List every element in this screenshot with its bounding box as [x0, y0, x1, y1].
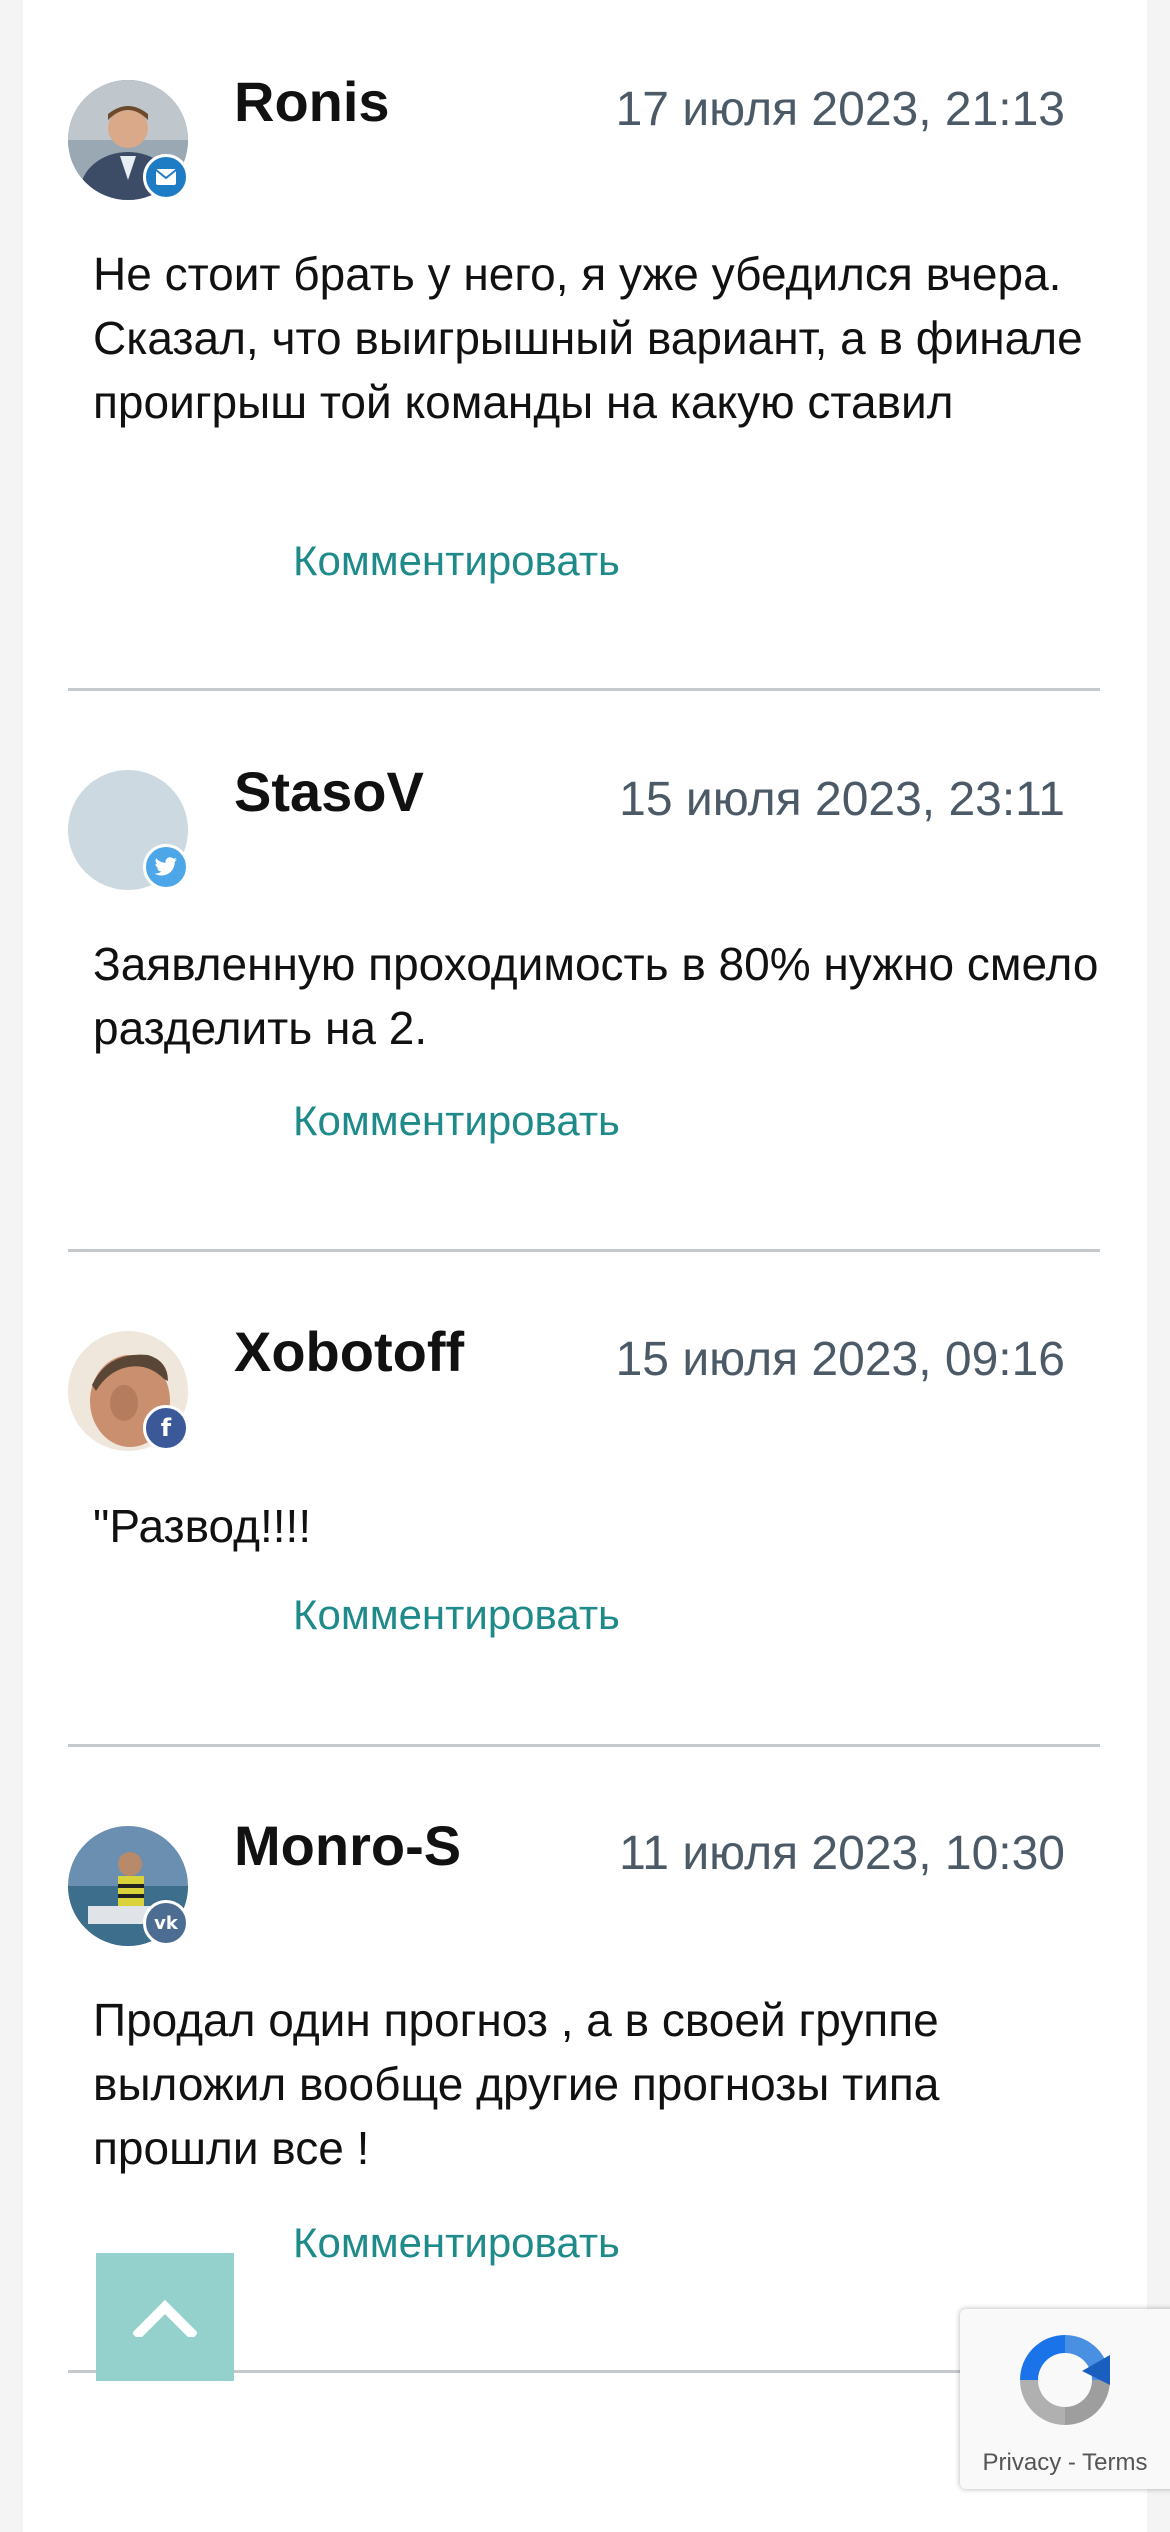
comment-date: 17 июля 2023, 21:13: [615, 83, 1065, 136]
recaptcha-icon: [1020, 2335, 1110, 2425]
recaptcha-links: Privacy - Terms: [960, 2449, 1170, 2477]
scroll-to-top-button[interactable]: [96, 2253, 234, 2381]
avatar[interactable]: [68, 770, 189, 890]
avatar[interactable]: [68, 80, 189, 200]
comment-text: "Развод!!!!: [93, 1500, 312, 1552]
comment-reply-link[interactable]: Комментировать: [293, 1096, 620, 1146]
comments-page: Ronis 17 июля 2023, 21:13 Не стоит брать…: [23, 0, 1147, 2532]
chevron-up-icon: [133, 2299, 197, 2337]
comment-date: 11 июля 2023, 10:30: [619, 1827, 1065, 1880]
avatar[interactable]: f: [68, 1331, 189, 1451]
comment-reply-link[interactable]: Комментировать: [293, 2218, 620, 2268]
facebook-icon: f: [143, 1405, 189, 1451]
comment-username: Ronis: [234, 70, 390, 133]
mail-icon: [143, 154, 189, 200]
comment-reply-link[interactable]: Комментировать: [293, 536, 620, 586]
privacy-link[interactable]: Privacy: [983, 2449, 1062, 2476]
comment-reply-link[interactable]: Комментировать: [293, 1590, 620, 1640]
comment-text: Продал один прогноз , а в своей группе в…: [93, 1994, 940, 2174]
terms-link[interactable]: Terms: [1082, 2449, 1147, 2476]
avatar[interactable]: vk: [68, 1826, 189, 1946]
comment-username: Xobotoff: [234, 1320, 465, 1383]
comment-username: StasoV: [234, 760, 424, 823]
recaptcha-badge[interactable]: Privacy - Terms: [960, 2309, 1170, 2489]
twitter-icon: [143, 844, 189, 890]
vk-icon: vk: [143, 1900, 189, 1946]
link-separator: -: [1067, 2449, 1076, 2476]
comment-text: Заявленную проходимость в 80% нужно смел…: [93, 938, 1099, 1054]
comment-username: Monro-S: [234, 1814, 462, 1877]
comment-date: 15 июля 2023, 23:11: [619, 773, 1065, 826]
divider: [68, 688, 1100, 691]
divider: [68, 1744, 1100, 1747]
divider: [68, 1249, 1100, 1252]
comment-text: Не стоит брать у него, я уже убедился вч…: [93, 248, 1083, 428]
comment-date: 15 июля 2023, 09:16: [615, 1333, 1065, 1386]
